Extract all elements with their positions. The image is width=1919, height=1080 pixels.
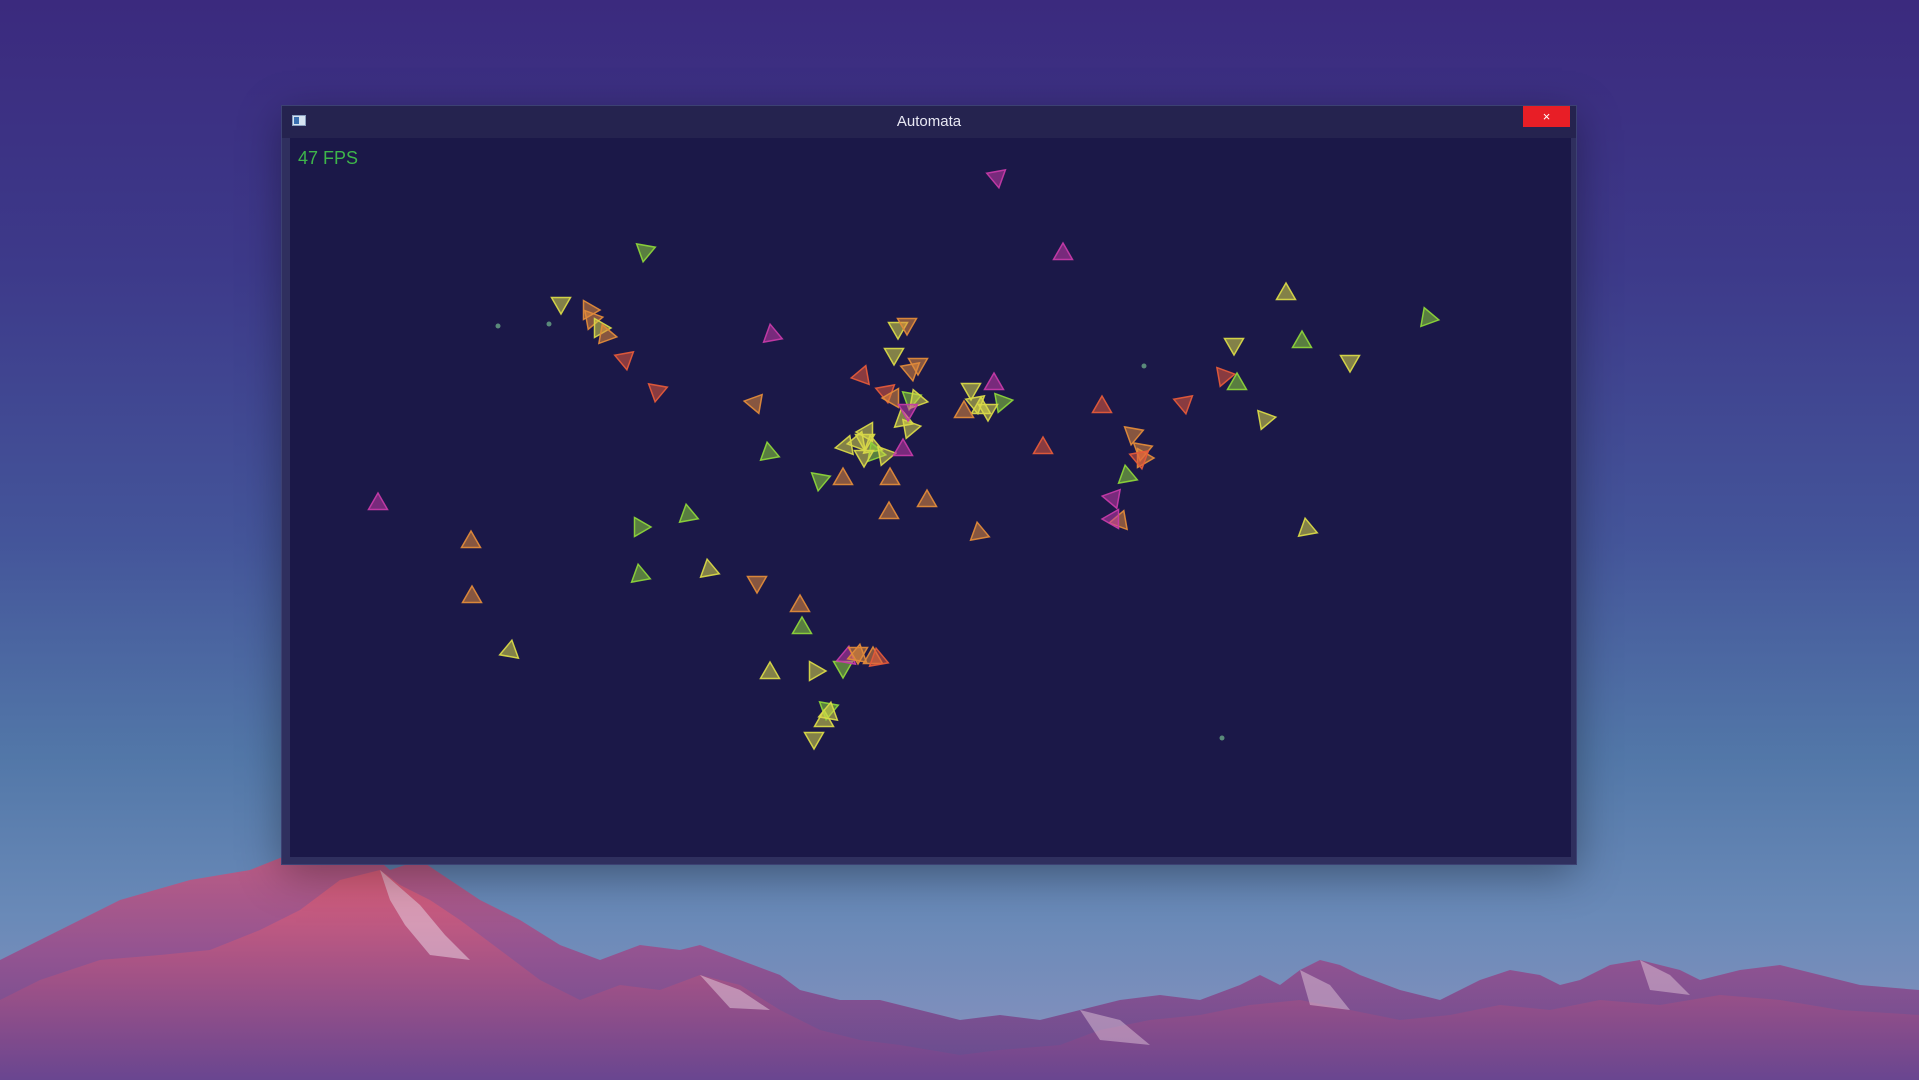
agent-triangle — [849, 364, 871, 386]
agent-triangle — [1172, 394, 1194, 416]
agent-triangle — [367, 491, 389, 511]
agent-triangle — [613, 350, 635, 372]
agent-triangle — [883, 347, 905, 367]
agent-triangle — [899, 361, 921, 383]
agent-triangle — [892, 437, 914, 457]
agent-triangle — [1128, 449, 1150, 471]
food-particle — [1141, 363, 1147, 369]
close-button[interactable]: × — [1523, 106, 1570, 127]
agent-triangle — [1275, 281, 1297, 301]
fps-counter: 47 FPS — [298, 148, 359, 168]
agent-triangle — [460, 529, 482, 549]
agent-triangle — [1123, 425, 1145, 447]
agent-triangle — [878, 500, 900, 520]
agent-triangle — [1297, 516, 1319, 538]
agent-triangle — [1100, 508, 1120, 530]
close-icon: × — [1542, 109, 1551, 124]
agent-triangle — [879, 466, 901, 486]
agent-triangle — [901, 418, 923, 440]
food-particle — [495, 323, 501, 329]
agent-triangle — [832, 466, 854, 486]
agent-triangle — [1256, 409, 1278, 431]
agent-triangle — [461, 584, 483, 604]
agent-triangle — [635, 242, 657, 264]
agent-triangle — [916, 488, 938, 508]
agent-triangle — [550, 296, 572, 316]
agent-triangle — [1032, 435, 1054, 455]
agent-triangle — [1117, 463, 1139, 485]
agent-triangle — [759, 440, 781, 462]
simulation-agents — [367, 168, 1441, 751]
desktop-wallpaper: Automata × 47 FPS — [0, 0, 1919, 1080]
agent-triangle — [759, 660, 781, 680]
agent-triangle — [833, 434, 855, 456]
window-title: Automata — [896, 113, 962, 130]
agent-triangle — [498, 638, 520, 660]
agent-triangle — [808, 660, 828, 682]
agent-triangle — [985, 168, 1007, 190]
agent-triangle — [1291, 329, 1313, 349]
window-titlebar[interactable]: Automata × — [282, 106, 1576, 138]
agent-triangle — [983, 371, 1005, 391]
food-particle — [1219, 735, 1225, 741]
simulation-canvas[interactable]: 47 FPS — [290, 138, 1571, 857]
agent-triangle — [969, 520, 991, 542]
agent-triangle — [1223, 337, 1245, 357]
agent-triangle — [1339, 354, 1361, 374]
agent-triangle — [678, 502, 700, 524]
agent-triangle — [803, 731, 825, 751]
food-particle — [546, 321, 552, 327]
agent-triangle — [1091, 394, 1113, 414]
agent-triangle — [1100, 488, 1122, 510]
agent-triangle — [647, 382, 669, 404]
agent-triangle — [832, 660, 854, 680]
agent-triangle — [633, 516, 653, 538]
agent-triangle — [742, 393, 764, 415]
agent-triangle — [746, 575, 768, 595]
agent-triangle — [699, 557, 721, 579]
agent-triangle — [789, 593, 811, 613]
agent-triangle — [630, 562, 652, 584]
agent-triangle — [810, 471, 832, 493]
agent-triangle — [993, 392, 1015, 414]
agent-triangle — [762, 322, 784, 344]
agent-triangle — [791, 615, 813, 635]
agent-triangle — [1052, 241, 1074, 261]
agent-triangle — [1419, 306, 1441, 328]
app-window: Automata × 47 FPS — [282, 106, 1576, 864]
